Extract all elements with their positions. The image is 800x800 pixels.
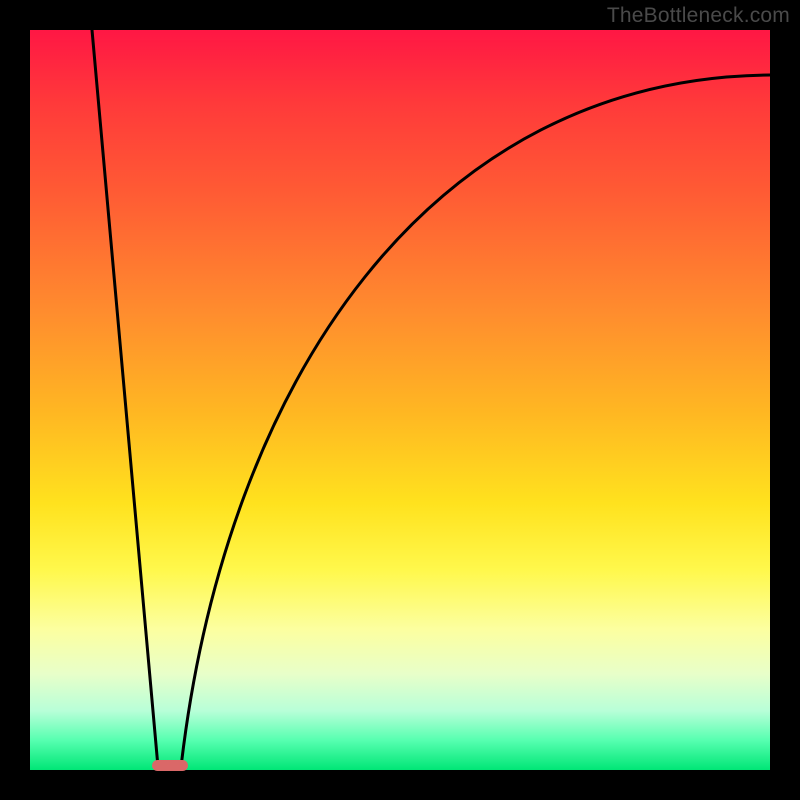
curves-svg xyxy=(30,30,770,770)
minimum-marker xyxy=(152,760,188,771)
left-line xyxy=(92,30,158,767)
watermark-text: TheBottleneck.com xyxy=(607,4,790,28)
plot-area xyxy=(30,30,770,770)
right-curve xyxy=(181,75,770,767)
chart-frame: TheBottleneck.com xyxy=(0,0,800,800)
